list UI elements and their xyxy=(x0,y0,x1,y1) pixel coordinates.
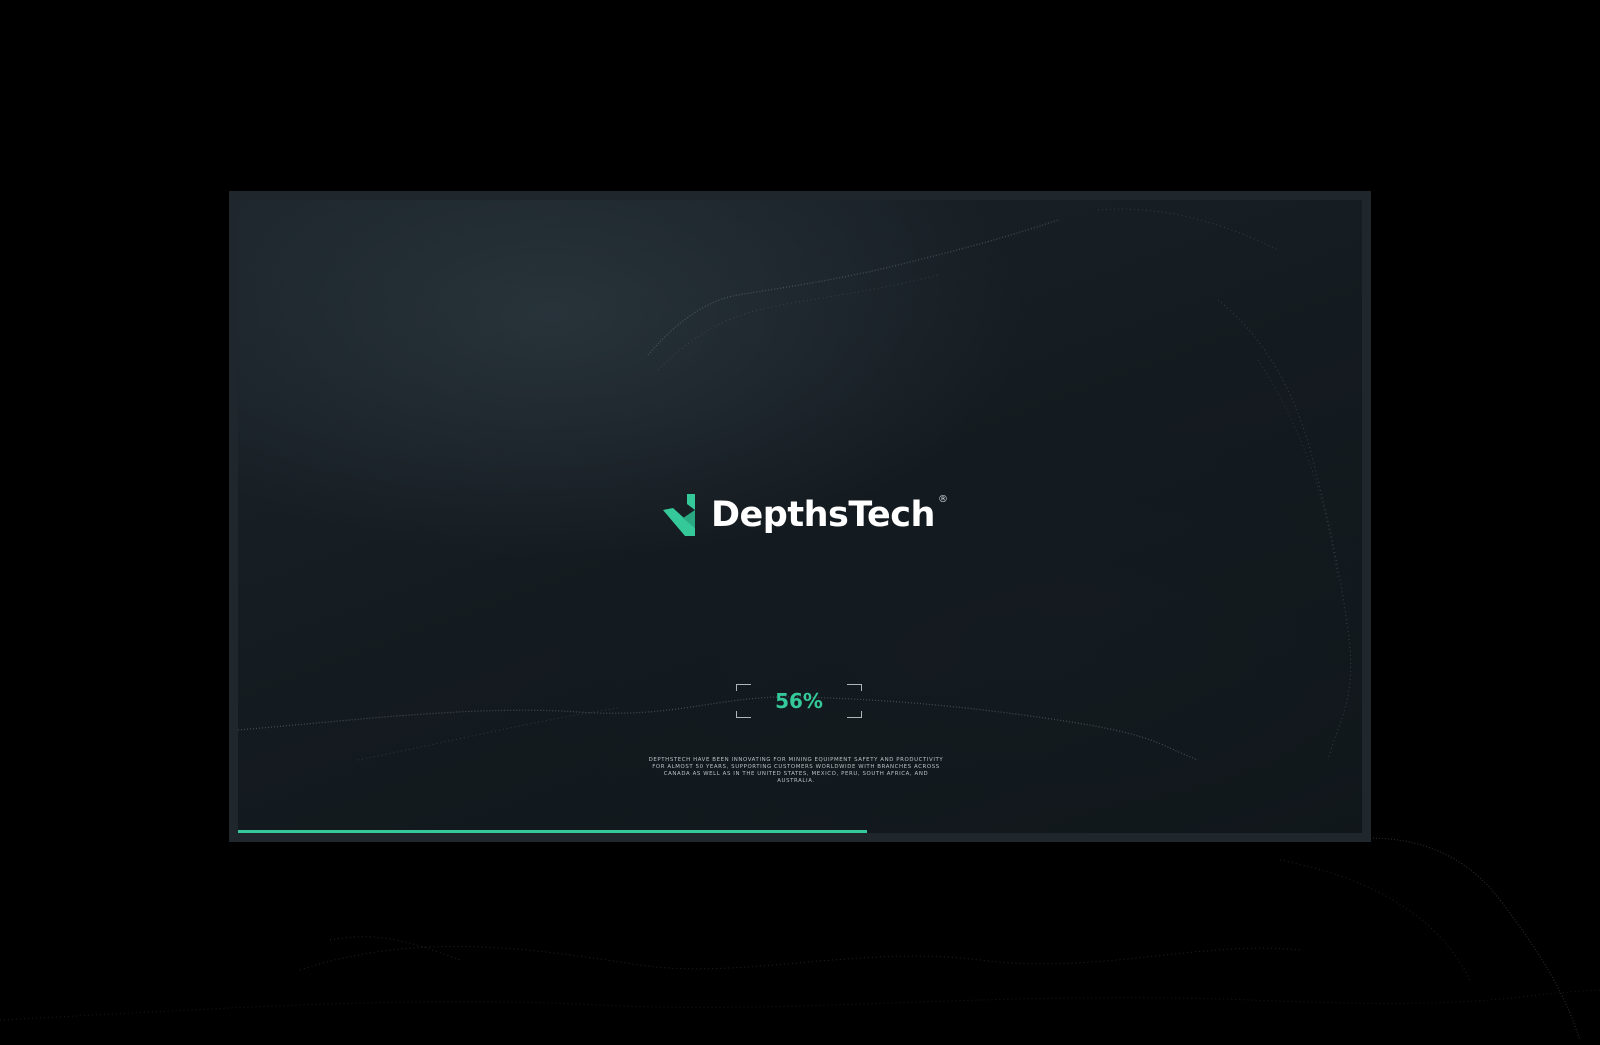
brand-name: DepthsTech xyxy=(711,494,935,535)
brand-logo: DepthsTech ® xyxy=(663,490,948,540)
progress-bar xyxy=(238,830,1362,833)
loading-percent: 56% xyxy=(775,689,823,713)
progress-bar-fill xyxy=(238,830,868,833)
loader-screen: DepthsTech ® 56% DEPTHSTECH HAVE BEEN IN… xyxy=(238,200,1362,833)
loading-page: DepthsTech ® 56% DEPTHSTECH HAVE BEEN IN… xyxy=(0,0,1600,1045)
company-tagline: DEPTHSTECH HAVE BEEN INNOVATING FOR MINI… xyxy=(648,757,944,784)
monitor-frame: DepthsTech ® 56% DEPTHSTECH HAVE BEEN IN… xyxy=(229,191,1371,842)
bracket-corner-bottom-left xyxy=(736,711,751,718)
bracket-corner-bottom-right xyxy=(847,711,862,718)
loading-percent-counter: 56% xyxy=(736,684,862,718)
registered-mark: ® xyxy=(937,494,948,505)
depthstech-chevron-icon xyxy=(663,494,695,536)
